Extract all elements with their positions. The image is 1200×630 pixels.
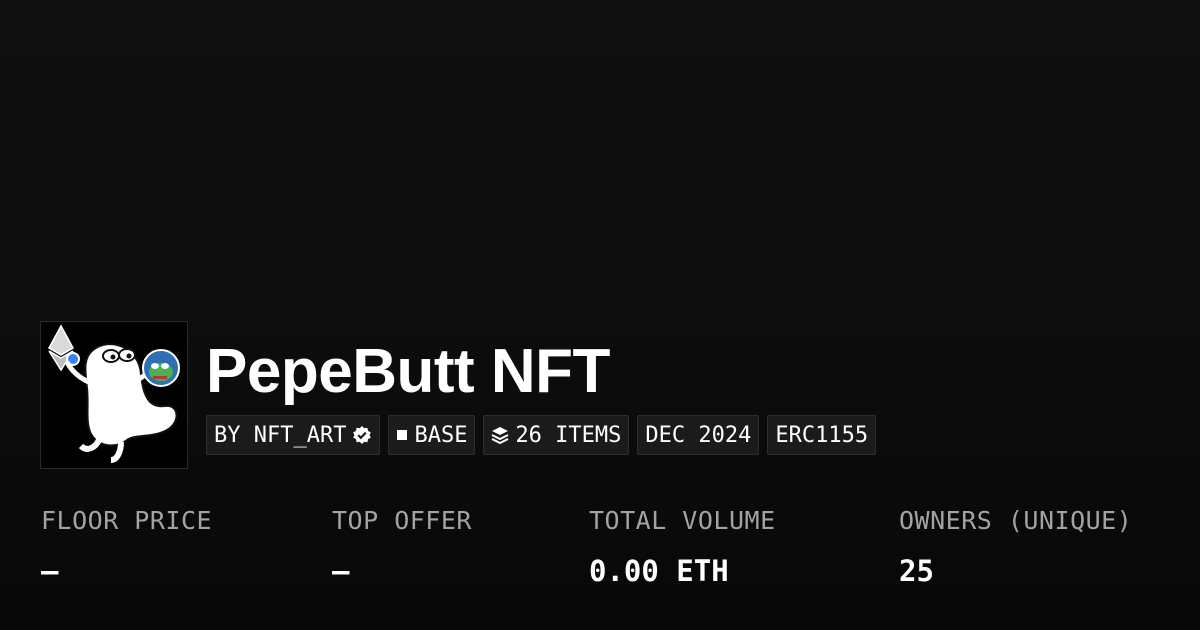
items-chip[interactable]: 26 ITEMS — [483, 415, 630, 455]
stat-label: TOTAL VOLUME — [589, 506, 776, 535]
pepebutt-avatar-icon — [41, 322, 187, 468]
stat-label: FLOOR PRICE — [41, 506, 213, 535]
token-standard-label: ERC1155 — [775, 422, 869, 448]
date-chip: DEC 2024 — [637, 415, 760, 455]
stat-floor-price: FLOOR PRICE – — [41, 505, 212, 587]
chain-label: BASE — [414, 422, 468, 448]
stat-value: 0.00 ETH — [589, 554, 729, 588]
stat-top-offer: TOP OFFER – — [332, 505, 472, 587]
stat-value: – — [41, 554, 59, 588]
verified-badge-icon — [352, 425, 372, 445]
layers-icon — [491, 426, 509, 444]
collection-avatar[interactable] — [40, 321, 188, 469]
created-date-label: DEC 2024 — [645, 422, 752, 448]
stat-total-volume: TOTAL VOLUME 0.00 ETH — [589, 505, 776, 587]
creator-chip[interactable]: BY NFT_ART — [206, 415, 381, 455]
standard-chip: ERC1155 — [767, 415, 877, 455]
stat-owners: OWNERS (UNIQUE) 25 — [899, 505, 1132, 587]
collection-meta-chips: BY NFT_ART BASE 26 ITEMS DEC 2024 ERC115… — [206, 415, 877, 455]
stat-label: TOP OFFER — [332, 506, 472, 535]
creator-label: BY NFT_ART — [214, 422, 347, 448]
og-card: PepeButt NFT BY NFT_ART BASE 26 ITEMS DE… — [0, 0, 1200, 630]
collection-title: PepeButt NFT — [206, 337, 610, 406]
base-square-icon — [396, 429, 408, 441]
items-count-label: 26 ITEMS — [515, 422, 622, 448]
stat-value: – — [332, 554, 350, 588]
stat-label: OWNERS (UNIQUE) — [899, 506, 1133, 535]
stat-value: 25 — [899, 554, 934, 588]
chain-chip[interactable]: BASE — [388, 415, 476, 455]
